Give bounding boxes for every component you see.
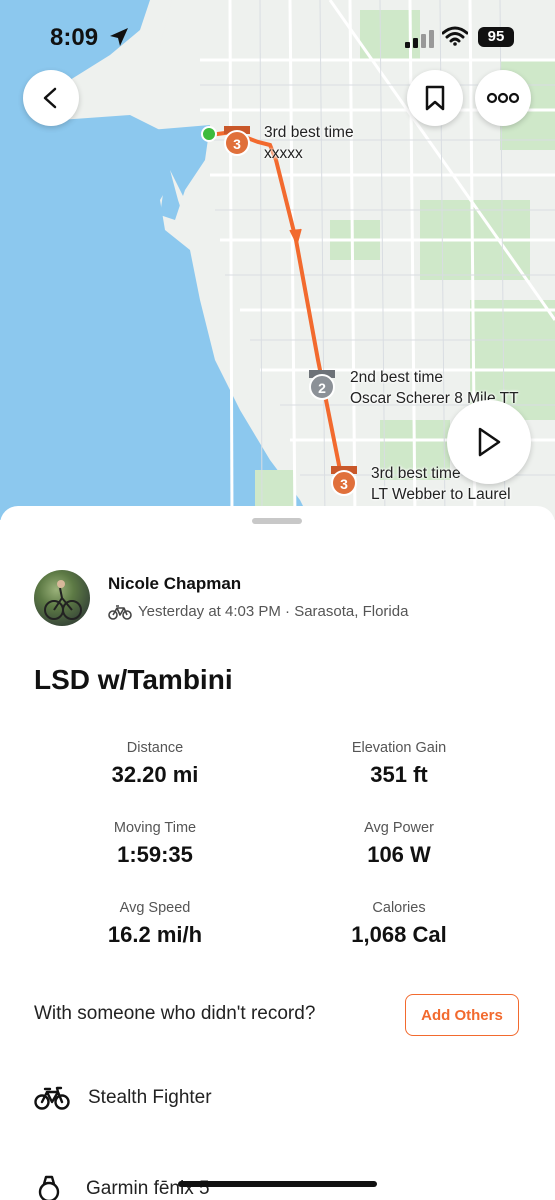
activity-date-location: Yesterday at 4:03 PM · Sarasota, Florida bbox=[138, 603, 409, 620]
more-options-button[interactable] bbox=[475, 70, 531, 126]
stat-label: Avg Speed bbox=[119, 900, 191, 916]
play-icon bbox=[478, 427, 501, 457]
home-indicator[interactable] bbox=[178, 1181, 377, 1187]
bike-icon bbox=[108, 604, 132, 620]
stat-label: Distance bbox=[126, 740, 184, 756]
athlete-name[interactable]: Nicole Chapman bbox=[108, 574, 241, 594]
watch-icon bbox=[38, 1175, 60, 1200]
activity-meta: Yesterday at 4:03 PM · Sarasota, Florida bbox=[108, 603, 408, 620]
ellipsis-icon bbox=[486, 92, 520, 104]
stat-value: 16.2 mi/h bbox=[107, 922, 203, 947]
location-arrow-icon bbox=[110, 28, 128, 46]
drag-handle[interactable] bbox=[252, 518, 302, 524]
battery-indicator: 95 bbox=[478, 27, 514, 47]
segment-rank-text: 3rd best time bbox=[264, 124, 354, 141]
svg-text:3: 3 bbox=[340, 476, 348, 492]
segment-badge-1[interactable]: 3 bbox=[220, 124, 254, 163]
bike-icon bbox=[34, 1086, 70, 1110]
stat-label: Elevation Gain bbox=[351, 740, 447, 756]
segment-badge-2[interactable]: 2 bbox=[305, 368, 339, 407]
stat-avg-power: Avg Power 106 W bbox=[284, 820, 514, 868]
with-others-prompt: With someone who didn't record? bbox=[34, 1003, 316, 1024]
segment-name-text: LT Webber to Laurel bbox=[371, 486, 511, 503]
stat-label: Moving Time bbox=[113, 820, 197, 836]
start-marker bbox=[201, 126, 217, 142]
wifi-icon bbox=[442, 26, 468, 46]
flyover-play-button[interactable] bbox=[447, 400, 531, 484]
segment-medal-icon: 3 bbox=[224, 126, 250, 156]
segment-name-text: xxxxx bbox=[264, 145, 303, 162]
activity-title: LSD w/Tambini bbox=[34, 664, 233, 695]
segment-medal-icon: 2 bbox=[309, 370, 335, 400]
segment-label-1[interactable]: 3rd best time xxxxx bbox=[264, 122, 354, 164]
add-others-button[interactable]: Add Others bbox=[405, 994, 519, 1036]
clock: 8:09 bbox=[50, 24, 99, 51]
stat-value: 106 W bbox=[367, 842, 431, 867]
segment-badge-3[interactable]: 3 bbox=[327, 464, 361, 503]
stat-moving-time: Moving Time 1:59:35 bbox=[40, 820, 270, 868]
avatar[interactable] bbox=[34, 570, 90, 626]
svg-text:2: 2 bbox=[318, 380, 326, 396]
stat-value: 351 ft bbox=[370, 762, 428, 787]
stat-value: 32.20 mi bbox=[111, 762, 199, 787]
segment-rank-text: 2nd best time bbox=[350, 369, 444, 386]
stat-label: Avg Power bbox=[364, 820, 434, 836]
bookmark-icon bbox=[425, 85, 445, 111]
activity-sheet: Nicole Chapman Yesterday at 4:03 PM · Sa… bbox=[0, 506, 555, 1200]
athlete-photo bbox=[44, 580, 82, 620]
route-map[interactable]: 3 3rd best time xxxxx 2 2nd best time Os… bbox=[0, 0, 555, 520]
stat-elevation-gain: Elevation Gain 351 ft bbox=[284, 740, 514, 788]
bookmark-button[interactable] bbox=[407, 70, 463, 126]
stat-distance: Distance 32.20 mi bbox=[40, 740, 270, 788]
svg-text:3: 3 bbox=[233, 136, 241, 152]
status-bar: 8:09 95 bbox=[0, 20, 555, 56]
stat-value: 1,068 Cal bbox=[351, 922, 447, 947]
stat-avg-speed: Avg Speed 16.2 mi/h bbox=[40, 900, 270, 948]
gear-bike-row[interactable]: Stealth Fighter bbox=[34, 1086, 212, 1110]
segment-medal-icon: 3 bbox=[331, 466, 357, 496]
cellular-signal-icon bbox=[405, 30, 434, 48]
stat-label: Calories bbox=[372, 900, 426, 916]
back-button[interactable] bbox=[23, 70, 79, 126]
stat-value: 1:59:35 bbox=[117, 842, 193, 867]
stat-calories: Calories 1,068 Cal bbox=[284, 900, 514, 948]
gear-device-row[interactable]: Garmin fēnix 5 bbox=[34, 1174, 210, 1200]
bike-name: Stealth Fighter bbox=[88, 1087, 212, 1108]
chevron-left-icon bbox=[43, 87, 57, 109]
